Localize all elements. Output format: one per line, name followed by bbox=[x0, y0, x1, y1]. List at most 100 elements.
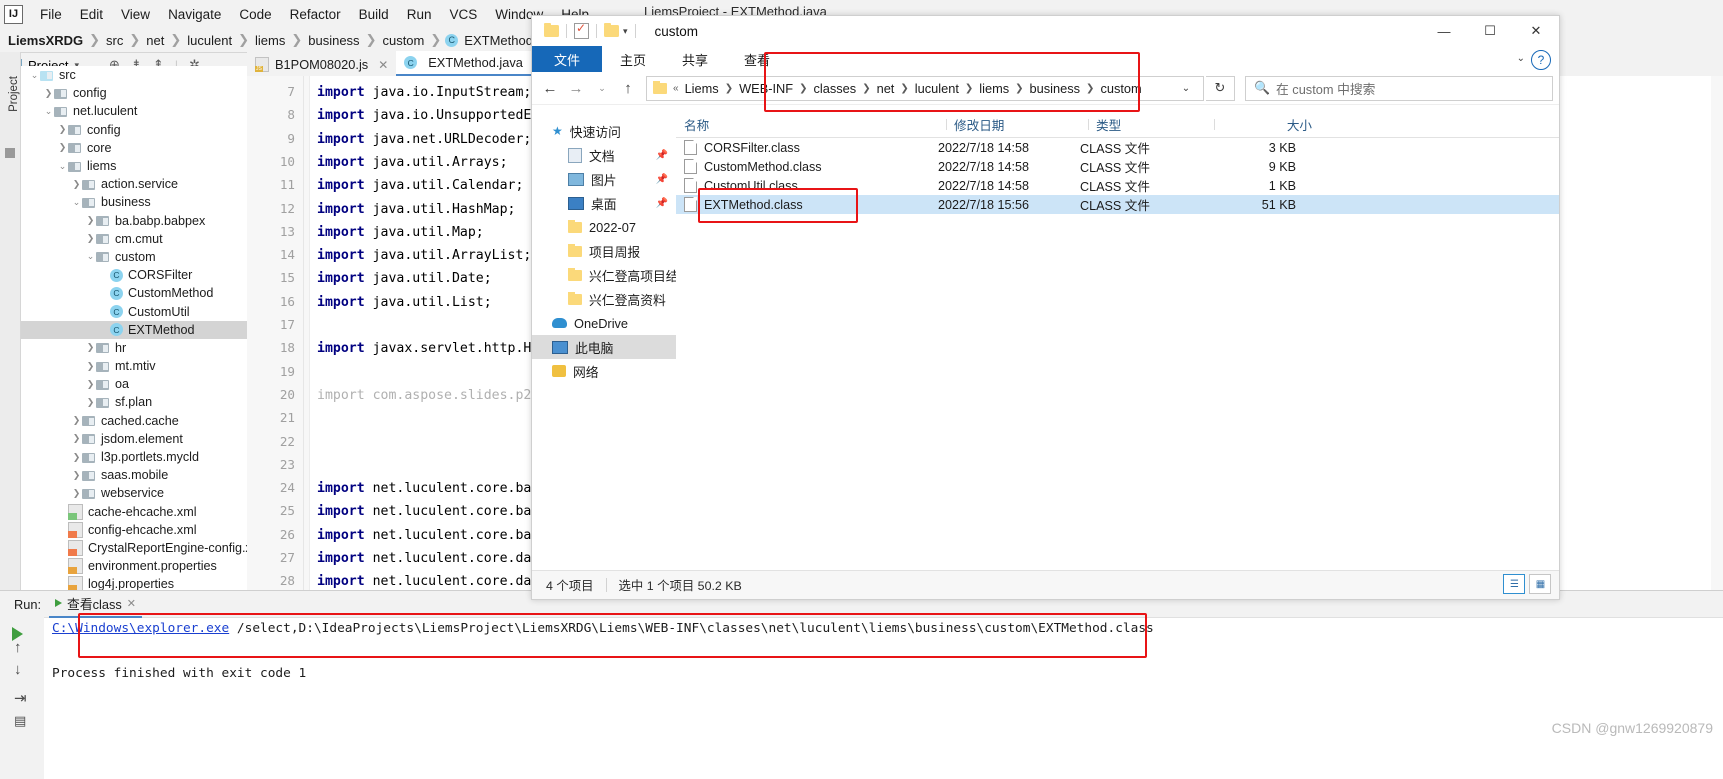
tree-item-log4j-properties[interactable]: log4j.properties bbox=[21, 575, 247, 590]
tree-item-config[interactable]: ❯ config bbox=[21, 121, 247, 139]
ribbon-tab-view[interactable]: 查看 bbox=[726, 46, 788, 72]
crumb-net[interactable]: net bbox=[873, 80, 899, 97]
navigation-pane[interactable]: ★ 快速访问文档 📌 图片 📌 桌面 📌 2022-07 项目周报兴仁登高项目结算资兴仁登高资料… bbox=[532, 111, 676, 577]
nav-item-thispc[interactable]: 此电脑 bbox=[532, 335, 676, 359]
breadcrumb-src[interactable]: src bbox=[104, 33, 125, 48]
recent-locations-icon[interactable]: ⌄ bbox=[590, 76, 614, 100]
details-view-button[interactable]: ☰ bbox=[1503, 574, 1525, 594]
crumb-luculent[interactable]: luculent bbox=[911, 80, 963, 97]
chevron-right-icon[interactable]: ❯ bbox=[85, 342, 96, 353]
breadcrumb-project[interactable]: LiemsXRDG bbox=[6, 33, 85, 48]
chevron-down-icon[interactable]: ⌄ bbox=[57, 161, 68, 172]
column-header-type[interactable]: 类型 bbox=[1088, 115, 1214, 134]
tree-item-liems[interactable]: ⌄ liems bbox=[21, 157, 247, 175]
project-tree[interactable]: ⌄ src ❯ config ⌄ net.luculent ❯ config ❯ core ⌄ lie… bbox=[21, 66, 248, 590]
nav-item-folder[interactable]: 兴仁登高项目结算资 bbox=[532, 263, 676, 287]
menu-code[interactable]: Code bbox=[230, 5, 280, 24]
tab-extmethod-java[interactable]: C EXTMethod.java ✕ bbox=[396, 51, 551, 76]
ribbon-tab-share[interactable]: 共享 bbox=[664, 46, 726, 72]
menu-run[interactable]: Run bbox=[398, 5, 441, 24]
close-button[interactable]: ✕ bbox=[1513, 16, 1559, 46]
chevron-down-icon[interactable]: ⌄ bbox=[1517, 53, 1525, 64]
ribbon-tab-home[interactable]: 主页 bbox=[602, 46, 664, 72]
tree-item-cm-cmut[interactable]: ❯ cm.cmut bbox=[21, 230, 247, 248]
tree-item-business[interactable]: ⌄ business bbox=[21, 193, 247, 211]
properties-icon[interactable] bbox=[574, 21, 589, 39]
tree-item-saas-mobile[interactable]: ❯ saas.mobile bbox=[21, 466, 247, 484]
crumb-liems2[interactable]: liems bbox=[975, 80, 1013, 97]
pin-icon[interactable]: 📌 bbox=[656, 150, 668, 161]
ribbon-tab-file[interactable]: 文件 bbox=[532, 46, 603, 72]
nav-item-folder[interactable]: 项目周报 bbox=[532, 239, 676, 263]
chevron-right-icon[interactable]: ❯ bbox=[899, 83, 909, 94]
chevron-right-icon[interactable]: ❯ bbox=[71, 179, 82, 190]
scroll-up-icon[interactable]: ↑ bbox=[14, 639, 22, 656]
menu-file[interactable]: File bbox=[31, 5, 71, 24]
soft-wrap-icon[interactable]: ⇥ bbox=[14, 689, 27, 707]
structure-strip-icon[interactable] bbox=[5, 148, 15, 158]
table-row[interactable]: CustomUtil.class 2022/7/18 14:58 CLASS 文件 1… bbox=[676, 176, 1559, 195]
menu-navigate[interactable]: Navigate bbox=[159, 5, 230, 24]
close-icon[interactable]: ✕ bbox=[127, 597, 136, 610]
breadcrumb-net[interactable]: net bbox=[144, 33, 166, 48]
scroll-down-icon[interactable]: ↓ bbox=[14, 661, 22, 678]
chevron-right-icon[interactable]: ❯ bbox=[43, 88, 54, 99]
nav-item-pictures[interactable]: 图片 📌 bbox=[532, 167, 676, 191]
overflow-chevron-icon[interactable]: « bbox=[672, 83, 680, 94]
chevron-right-icon[interactable]: ❯ bbox=[1085, 83, 1095, 94]
nav-item-folder[interactable]: 兴仁登高资料 bbox=[532, 287, 676, 311]
tree-item-ba-babp-babpex[interactable]: ❯ ba.babp.babpex bbox=[21, 212, 247, 230]
chevron-right-icon[interactable]: ❯ bbox=[724, 83, 734, 94]
chevron-down-icon[interactable]: ⌄ bbox=[43, 106, 54, 117]
tree-item-customutil[interactable]: C CustomUtil bbox=[21, 302, 247, 320]
chevron-right-icon[interactable]: ❯ bbox=[85, 379, 96, 390]
menu-build[interactable]: Build bbox=[350, 5, 398, 24]
tree-item-extmethod[interactable]: C EXTMethod bbox=[21, 320, 247, 339]
tree-item-core[interactable]: ❯ core bbox=[21, 139, 247, 157]
tree-item-net-luculent[interactable]: ⌄ net.luculent bbox=[21, 102, 247, 120]
menu-refactor[interactable]: Refactor bbox=[281, 5, 350, 24]
back-icon[interactable]: ← bbox=[538, 76, 562, 100]
chevron-down-icon[interactable]: ▾ bbox=[623, 26, 628, 37]
tree-item-jsdom-element[interactable]: ❯ jsdom.element bbox=[21, 430, 247, 448]
minimize-button[interactable]: — bbox=[1421, 16, 1467, 46]
tree-item-custom[interactable]: ⌄ custom bbox=[21, 248, 247, 266]
crumb-classes[interactable]: classes bbox=[810, 80, 861, 97]
tree-item-corsfilter[interactable]: C CORSFilter bbox=[21, 266, 247, 284]
tab-b1pom08020-js[interactable]: B1POM08020.js ✕ bbox=[247, 53, 396, 76]
crumb-liems[interactable]: Liems bbox=[681, 80, 723, 97]
new-folder-icon[interactable] bbox=[604, 23, 619, 37]
tree-item-crystalreportengine-config-xml[interactable]: CrystalReportEngine-config.xml bbox=[21, 539, 247, 557]
table-row[interactable]: CORSFilter.class 2022/7/18 14:58 CLASS 文件 3… bbox=[676, 138, 1559, 157]
large-icons-view-button[interactable]: ▦ bbox=[1529, 574, 1551, 594]
chevron-right-icon[interactable]: ❯ bbox=[71, 433, 82, 444]
chevron-right-icon[interactable]: ❯ bbox=[861, 83, 871, 94]
chevron-down-icon[interactable]: ⌄ bbox=[29, 70, 40, 81]
chevron-right-icon[interactable]: ❯ bbox=[71, 488, 82, 499]
close-icon[interactable]: ✕ bbox=[378, 58, 388, 72]
nav-item-desktop[interactable]: 桌面 📌 bbox=[532, 191, 676, 215]
chevron-right-icon[interactable]: ❯ bbox=[57, 142, 68, 153]
breadcrumb-class[interactable]: EXTMethod bbox=[462, 33, 535, 48]
chevron-right-icon[interactable]: ❯ bbox=[798, 83, 808, 94]
file-list[interactable]: 名称 修改日期 类型 大小 CORSFilter.class 2022/7/18 … bbox=[676, 111, 1559, 569]
table-row[interactable]: EXTMethod.class 2022/7/18 15:56 CLASS 文件 51… bbox=[676, 195, 1559, 214]
chevron-right-icon[interactable]: ❯ bbox=[71, 452, 82, 463]
chevron-right-icon[interactable]: ❯ bbox=[85, 361, 96, 372]
forward-icon[interactable]: → bbox=[564, 76, 588, 100]
chevron-right-icon[interactable]: ❯ bbox=[85, 397, 96, 408]
chevron-right-icon[interactable]: ❯ bbox=[85, 215, 96, 226]
up-icon[interactable]: ↑ bbox=[616, 76, 640, 100]
crumb-webinf[interactable]: WEB-INF bbox=[735, 80, 797, 97]
pin-icon[interactable]: 📌 bbox=[656, 174, 668, 185]
breadcrumb-luculent[interactable]: luculent bbox=[185, 33, 234, 48]
crumb-business[interactable]: business bbox=[1026, 80, 1085, 97]
tree-item-action-service[interactable]: ❯ action.service bbox=[21, 175, 247, 193]
chevron-right-icon[interactable]: ❯ bbox=[964, 83, 974, 94]
chevron-down-icon[interactable]: ⌄ bbox=[71, 197, 82, 208]
tree-item-src[interactable]: ⌄ src bbox=[21, 66, 247, 84]
breadcrumb-custom[interactable]: custom bbox=[380, 33, 426, 48]
tree-item-config-ehcache-xml[interactable]: config-ehcache.xml bbox=[21, 521, 247, 539]
maximize-button[interactable]: ☐ bbox=[1467, 16, 1513, 46]
tree-item-mt-mtiv[interactable]: ❯ mt.mtiv bbox=[21, 357, 247, 375]
